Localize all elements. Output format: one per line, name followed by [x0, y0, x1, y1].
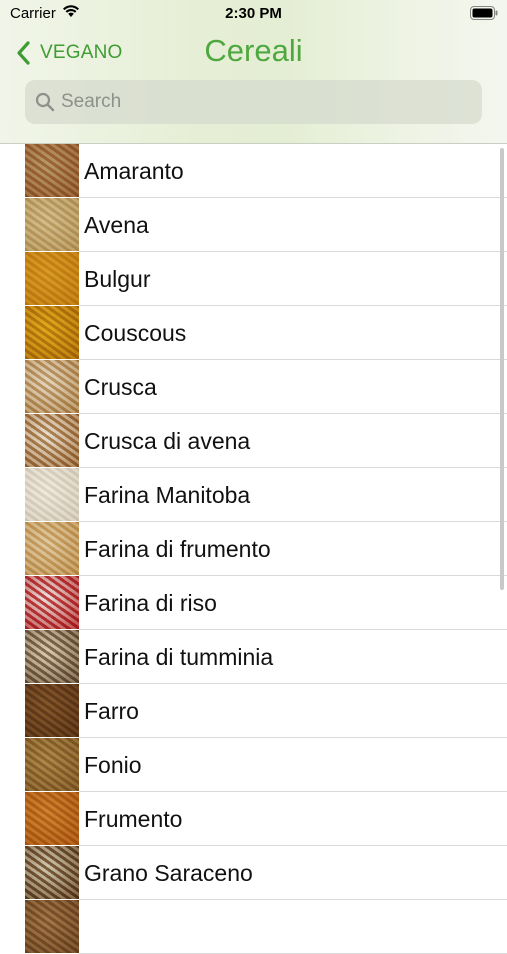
list-item-label: Farina di riso: [84, 590, 217, 616]
list-item[interactable]: Amaranto: [0, 144, 507, 198]
manitoba-flour-photo: [25, 468, 79, 521]
fonio-grains-photo: [25, 738, 79, 791]
list-item[interactable]: Frumento: [0, 792, 507, 846]
list-item[interactable]: Farina Manitoba: [0, 468, 507, 522]
wheat-flour-photo: [25, 522, 79, 575]
list-item-label: Amaranto: [84, 158, 184, 184]
list-item[interactable]: Farro: [0, 684, 507, 738]
bran-photo: [25, 360, 79, 413]
cereal-list: Amaranto Avena Bulgur Couscous Crusca Crusca …: [0, 144, 507, 954]
page-title: Cereali: [204, 33, 303, 68]
list-item-label: Avena: [84, 212, 149, 238]
list-item[interactable]: Avena: [0, 198, 507, 252]
list-item[interactable]: Crusca di avena: [0, 414, 507, 468]
oat-grains-photo: [25, 198, 79, 251]
list-item[interactable]: Farina di frumento: [0, 522, 507, 576]
buckwheat-plant-photo: [25, 846, 79, 899]
couscous-bowl-photo: [25, 306, 79, 359]
search-input[interactable]: [61, 80, 461, 124]
list-item[interactable]: Farina di riso: [0, 576, 507, 630]
battery-icon: [470, 6, 498, 20]
status-bar: Carrier 2:30 PM: [0, 0, 507, 30]
list-item[interactable]: Couscous: [0, 306, 507, 360]
list-item-label: Frumento: [84, 806, 183, 832]
oat-bran-photo: [25, 414, 79, 467]
list-item-label: Grano Saraceno: [84, 860, 253, 886]
list-item-label: Farina di frumento: [84, 536, 271, 562]
list-item-label: Couscous: [84, 320, 187, 346]
tumminia-flour-photo: [25, 630, 79, 683]
navigation-header: Carrier 2:30 PM VEGANO Cereali: [0, 0, 507, 144]
list-item-label: Farro: [84, 698, 139, 724]
list-item-label: Bulgur: [84, 266, 151, 292]
search-icon: [35, 92, 55, 112]
wheat-field-photo: [25, 792, 79, 845]
scrollbar[interactable]: [500, 148, 504, 590]
list-item-label: Crusca: [84, 374, 157, 400]
list-item[interactable]: Fonio: [0, 738, 507, 792]
list-item[interactable]: Farina di tumminia: [0, 630, 507, 684]
clock: 2:30 PM: [225, 5, 282, 22]
next-item-photo: [25, 900, 79, 953]
list-item[interactable]: Bulgur: [0, 252, 507, 306]
amaranth-seeds-photo: [25, 144, 79, 197]
list-item[interactable]: Crusca: [0, 360, 507, 414]
list-item-label: Fonio: [84, 752, 142, 778]
search-field[interactable]: [25, 80, 482, 124]
spelt-grains-photo: [25, 684, 79, 737]
list-item[interactable]: [0, 900, 507, 954]
list-item[interactable]: Grano Saraceno: [0, 846, 507, 900]
list-item-label: Farina di tumminia: [84, 644, 274, 670]
list-item-label: Farina Manitoba: [84, 482, 251, 508]
bulgur-photo: [25, 252, 79, 305]
list-item-label: Crusca di avena: [84, 428, 251, 454]
rice-flour-bowl-photo: [25, 576, 79, 629]
